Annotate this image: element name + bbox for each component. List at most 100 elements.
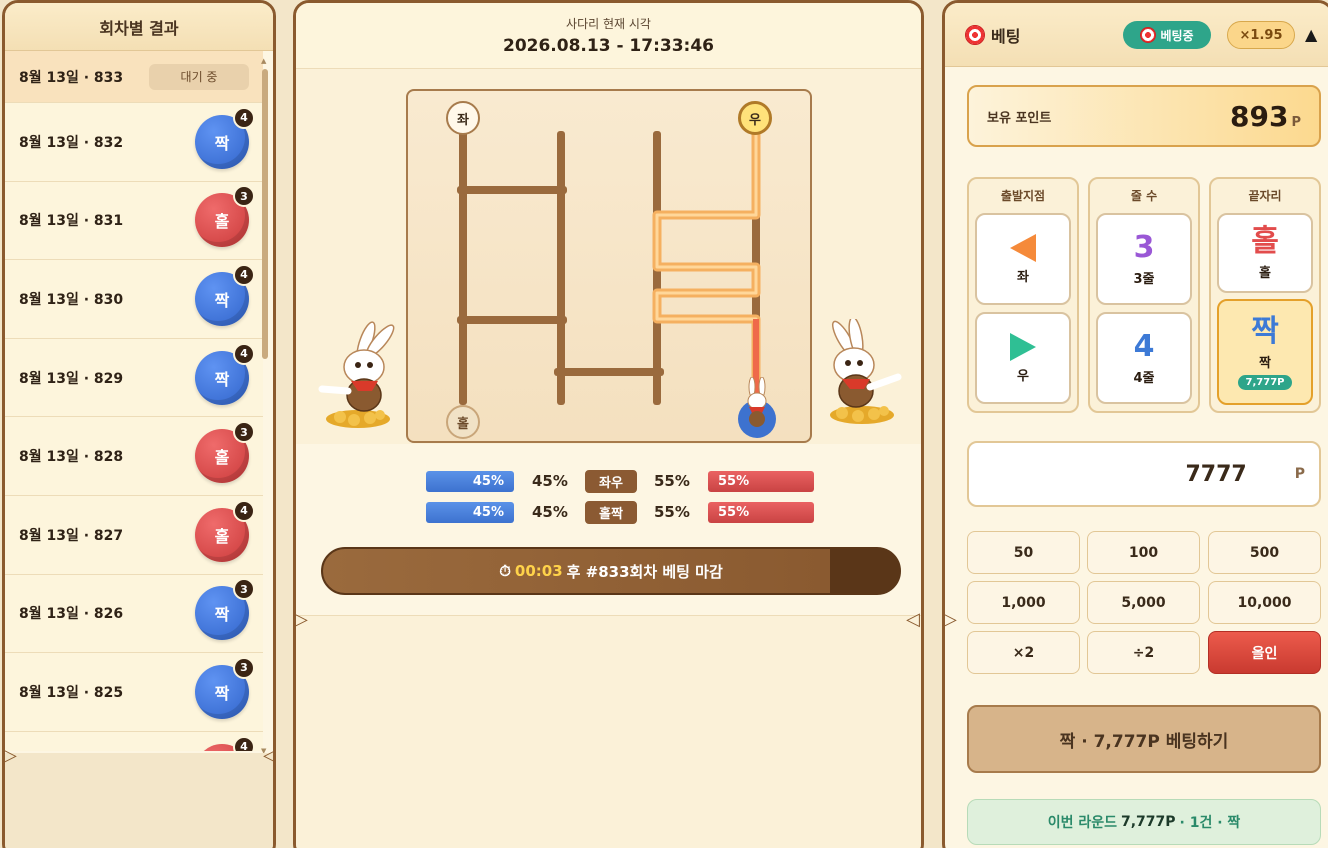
round-list-scrollbar[interactable]: ▲ ▼	[261, 57, 269, 755]
quick-amount-100-button[interactable]: 100	[1087, 531, 1200, 574]
round-row[interactable]: 8월 13일 · 825 짝 3	[5, 653, 263, 732]
line-count-badge: 3	[233, 185, 255, 208]
panel-footer	[5, 753, 273, 848]
choice-label: 우	[1017, 368, 1029, 384]
rung	[457, 316, 567, 324]
round-row[interactable]: 8월 13일 · 831 홀 3	[5, 181, 263, 261]
panel-title: 베팅	[991, 26, 1021, 46]
line-count-badge: 4	[233, 263, 255, 286]
notch-left-icon: ▷	[943, 609, 957, 630]
ladder-game-panel: 사다리 현재 시각 2026.08.13 - 17:33:46 좌 우 홀 45…	[293, 0, 924, 848]
quick-amount-5000-button[interactable]: 5,000	[1087, 581, 1200, 624]
start-right-button[interactable]: 우	[975, 312, 1071, 404]
right-ratio-bar: 55%	[708, 471, 814, 492]
rung	[554, 368, 664, 376]
group-title: 끝자리	[1248, 189, 1282, 203]
bet-amount-input[interactable]: 7777 P	[967, 441, 1321, 507]
status-label: 베팅중	[1160, 28, 1194, 43]
even-button[interactable]: 짝 짝 7,777P	[1217, 299, 1313, 405]
quick-amount-50-button[interactable]: 50	[967, 531, 1080, 574]
end-digit-group: 끝자리 홀 홀 짝 짝 7,777P	[1209, 177, 1321, 413]
half-amount-button[interactable]: ÷2	[1087, 631, 1200, 674]
round-row[interactable]: 8월 13일 · 827 홀 4	[5, 495, 263, 575]
round-row[interactable]: 8월 13일 · 826 짝 3	[5, 574, 263, 654]
ladder-path-highlight	[652, 119, 761, 397]
bet-amount-unit: P	[1294, 466, 1305, 482]
scroll-thumb[interactable]	[262, 69, 268, 359]
round-label: 8월 13일 · 832	[19, 134, 124, 151]
odd-button[interactable]: 홀 홀	[1217, 213, 1313, 293]
round-list[interactable]: 8월 13일 · 833 대기 중 8월 13일 · 832 짝 4 8월 13일 ·…	[5, 51, 263, 751]
line-count-badge: 3	[233, 656, 255, 679]
quick-amount-1000-button[interactable]: 1,000	[967, 581, 1080, 624]
arrow-left-icon	[1010, 233, 1036, 262]
target-icon	[1140, 27, 1157, 43]
round-results-panel: 회차별 결과 8월 13일 · 833 대기 중 8월 13일 · 832 짝 4 8…	[2, 0, 276, 848]
lines-3-button[interactable]: 3 3줄	[1096, 213, 1192, 305]
result-ball: 짝3	[195, 578, 255, 641]
round-row[interactable]: 8월 13일 · 832 짝 4	[5, 103, 263, 182]
panel-footer	[296, 615, 921, 848]
quick-amount-500-button[interactable]: 500	[1208, 531, 1321, 574]
betting-panel: 베팅 베팅중 ×1.95 ▲ 보유 포인트 893 P 출발지점 좌 우 줄 수 …	[942, 0, 1328, 848]
summary-prefix: 이번 라운드	[1047, 815, 1117, 831]
round-label: 8월 13일 · 825	[19, 684, 124, 701]
collapse-icon[interactable]: ▲	[1305, 25, 1317, 44]
round-bet-summary: 이번 라운드 7,777P · 1건 · 짝	[967, 799, 1321, 845]
right-ratio-value: 55%	[654, 503, 690, 521]
clock-title: 사다리 현재 시각	[566, 17, 651, 31]
rail-2	[557, 131, 565, 405]
points-balance: 보유 포인트 893 P	[967, 85, 1321, 147]
ladder-board: 좌 우 홀	[406, 89, 812, 443]
rung	[457, 186, 567, 194]
place-bet-button[interactable]: 짝 · 7,777P 베팅하기	[967, 705, 1321, 773]
stat-tag: 홀짝	[585, 501, 637, 524]
choice-big: 짝	[1251, 313, 1279, 349]
group-title: 줄 수	[1130, 189, 1158, 203]
notch-right-icon: ◁	[263, 745, 276, 766]
points-unit: P	[1291, 114, 1301, 130]
round-label: 8월 13일 · 828	[19, 449, 124, 466]
round-row-current[interactable]: 8월 13일 · 833 대기 중	[5, 51, 263, 103]
clock-time: 2026.08.13 - 17:33:46	[502, 36, 714, 56]
all-in-button[interactable]: 올인	[1208, 631, 1321, 674]
round-row[interactable]: 8월 13일 · 830 짝 4	[5, 260, 263, 339]
line-count-badge: 4	[233, 735, 255, 751]
notch-right-icon: ◁	[906, 609, 920, 630]
arrow-right-icon	[1010, 332, 1036, 361]
stat-row-left-right: 45% 45% 좌우 55% 55%	[426, 469, 816, 493]
start-right-marker: 우	[738, 101, 772, 135]
status-badge: 대기 중	[149, 63, 249, 90]
quick-amount-10000-button[interactable]: 10,000	[1208, 581, 1321, 624]
betting-countdown: ⏱ 00:03 후 #833회차 베팅 마감	[321, 547, 901, 595]
result-label: 홀	[214, 448, 230, 468]
panel-title: 회차별 결과	[5, 3, 273, 51]
odds-badge: ×1.95	[1227, 21, 1295, 49]
group-title: 출발지점	[1000, 189, 1046, 203]
result-label: 짝	[214, 290, 230, 310]
line-count-badge: 4	[233, 342, 255, 365]
result-label: 짝	[214, 133, 230, 153]
round-label: 8월 13일 · 829	[19, 370, 124, 387]
round-row[interactable]: 8월 13일 · 829 짝 4	[5, 338, 263, 418]
result-ball: 짝4	[195, 342, 255, 405]
round-label: 8월 13일 · 833	[19, 69, 124, 86]
round-row[interactable]: 8월 13일 · 828 홀 3	[5, 417, 263, 496]
result-ball: 홀3	[195, 185, 255, 248]
line-count-badge: 3	[233, 421, 255, 444]
line-count-group: 줄 수 3 3줄 4 4줄	[1088, 177, 1200, 413]
result-label: 홀	[214, 212, 230, 232]
line-count-badge: 4	[233, 106, 255, 129]
result-label: 홀	[214, 526, 230, 546]
round-row[interactable]: 4	[5, 731, 263, 751]
points-number: 893	[1230, 99, 1289, 133]
summary-suffix: · 1건 · 짝	[1179, 815, 1241, 831]
scroll-up-icon[interactable]: ▲	[261, 57, 266, 65]
ladder-area: 좌 우 홀	[296, 69, 921, 444]
lines-4-button[interactable]: 4 4줄	[1096, 312, 1192, 404]
start-left-button[interactable]: 좌	[975, 213, 1071, 305]
choice-label: 짝	[1259, 355, 1271, 371]
left-ratio-value: 45%	[532, 503, 568, 521]
summary-amount: 7,777P	[1120, 814, 1176, 830]
double-amount-button[interactable]: ×2	[967, 631, 1080, 674]
